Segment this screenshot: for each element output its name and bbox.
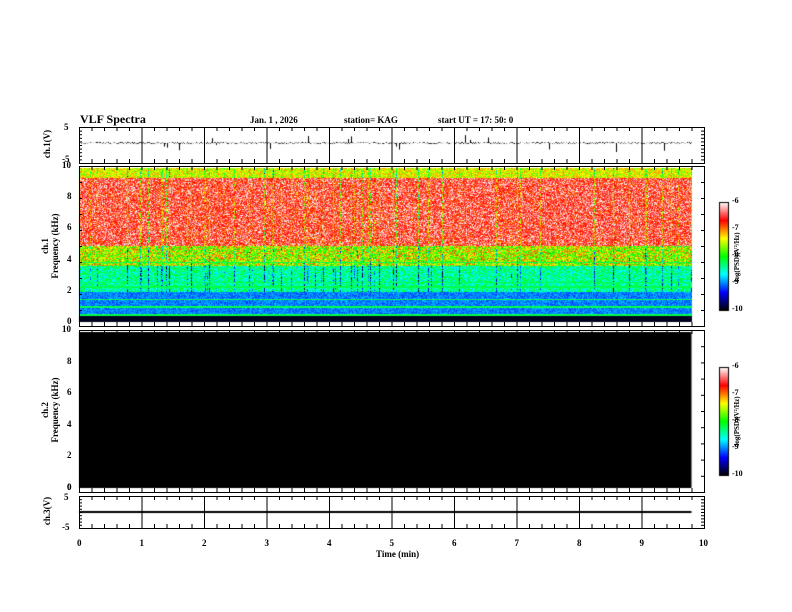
y-tick-label: 0 xyxy=(67,482,72,492)
ytick: -5 xyxy=(62,522,70,532)
y-tick-label: 10 xyxy=(62,160,71,170)
date-label: Jan. 1 , 2026 xyxy=(250,115,298,125)
figure-title: VLF Spectra xyxy=(80,112,146,126)
x-tick-label: 4 xyxy=(327,538,332,548)
frequency-label: Frequency (kHz) xyxy=(50,377,60,443)
x-tick-label: 3 xyxy=(264,538,270,548)
ch1-wave-ylabel: ch.1(V) xyxy=(42,129,52,159)
y-tick-label: 6 xyxy=(67,387,72,398)
ch3-wave-ylabel: ch.3(V) xyxy=(42,496,52,526)
axes-frame xyxy=(79,127,705,529)
y-tick-label: 10 xyxy=(62,324,71,334)
frequency-label: Frequency (kHz) xyxy=(50,213,60,279)
x-tick-label: 5 xyxy=(389,538,395,548)
colorbar-tick-label: -10 xyxy=(732,469,743,478)
x-tick-label: 8 xyxy=(577,538,582,548)
y-tick-label: 4 xyxy=(67,418,72,429)
ch2-label: ch.2 xyxy=(40,402,50,418)
ch2-spectrum-panel xyxy=(79,330,705,493)
x-tick-label: 0 xyxy=(77,538,82,548)
y-tick-label: 4 xyxy=(67,253,72,264)
colorbar-tick-label: -9 xyxy=(732,442,739,451)
y-tick-label: 2 xyxy=(67,284,72,295)
y-tick-label: 2 xyxy=(67,450,72,461)
vlf-spectra-figure: VLF Spectra Jan. 1 , 2026 station= KAG s… xyxy=(0,0,792,612)
colorbar-tick-label: -6 xyxy=(732,361,739,370)
colorbar-tick-label: -8 xyxy=(732,250,739,259)
ch2-spec-ylabel: ch.2 Frequency (kHz) xyxy=(40,360,60,460)
x-tick-label: 9 xyxy=(639,538,645,548)
start-time-label: start UT = 17: 50: 0 xyxy=(438,115,514,125)
colorbar-tick-label: -9 xyxy=(732,277,739,286)
x-tick-label: 7 xyxy=(514,538,520,548)
x-tick-label: 1 xyxy=(139,538,145,548)
ytick: 5 xyxy=(64,122,69,132)
y-tick-label: 6 xyxy=(67,222,72,233)
x-tick-label: 2 xyxy=(202,538,207,548)
ytick: 5 xyxy=(64,492,69,502)
colorbar-tick-label: -10 xyxy=(732,304,743,313)
x-tick-label: 6 xyxy=(452,538,457,548)
x-tick-label: 10 xyxy=(699,538,708,548)
ch1-spectrum-panel xyxy=(79,166,705,327)
y-tick-label: 8 xyxy=(67,191,72,202)
station-label: station= KAG xyxy=(344,115,398,125)
y-tick-label: 8 xyxy=(67,355,72,366)
ch1-label: ch.1 xyxy=(40,238,50,254)
colorbar-tick-label: -6 xyxy=(732,196,739,205)
colorbar-tick-label: -7 xyxy=(732,223,739,232)
ch1-spec-ylabel: ch.1 Frequency (kHz) xyxy=(40,196,60,296)
x-axis-label: Time (min) xyxy=(376,549,420,559)
colorbar-tick-label: -7 xyxy=(732,388,739,397)
colorbar-tick-label: -8 xyxy=(732,415,739,424)
